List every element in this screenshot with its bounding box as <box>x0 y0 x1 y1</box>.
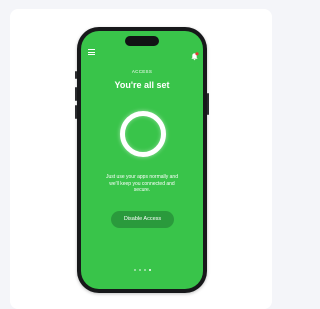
pagination-dot[interactable] <box>138 269 141 271</box>
pagination-dot-active[interactable] <box>148 269 151 271</box>
silent-switch <box>75 71 77 79</box>
phone-mockup: ACCESS You're all set Just use your apps… <box>75 27 209 293</box>
page-title: You're all set <box>114 80 170 90</box>
pagination-dot[interactable] <box>133 269 136 271</box>
pagination-dot[interactable] <box>143 269 146 271</box>
volume-up-button <box>75 87 77 101</box>
dynamic-island <box>125 36 159 46</box>
phone-screen: ACCESS You're all set Just use your apps… <box>81 31 203 289</box>
hamburger-menu-icon[interactable] <box>88 49 95 55</box>
pagination-dots <box>81 269 203 271</box>
section-eyebrow: ACCESS <box>131 69 153 74</box>
disable-access-button[interactable]: Disable Access <box>111 211 174 228</box>
connection-status-ring-icon <box>120 111 166 157</box>
notification-badge <box>195 52 199 56</box>
status-description: Just use your apps normally and we'll ke… <box>106 174 178 193</box>
volume-down-button <box>75 105 77 119</box>
power-button <box>207 93 209 115</box>
bell-icon[interactable] <box>190 48 199 61</box>
